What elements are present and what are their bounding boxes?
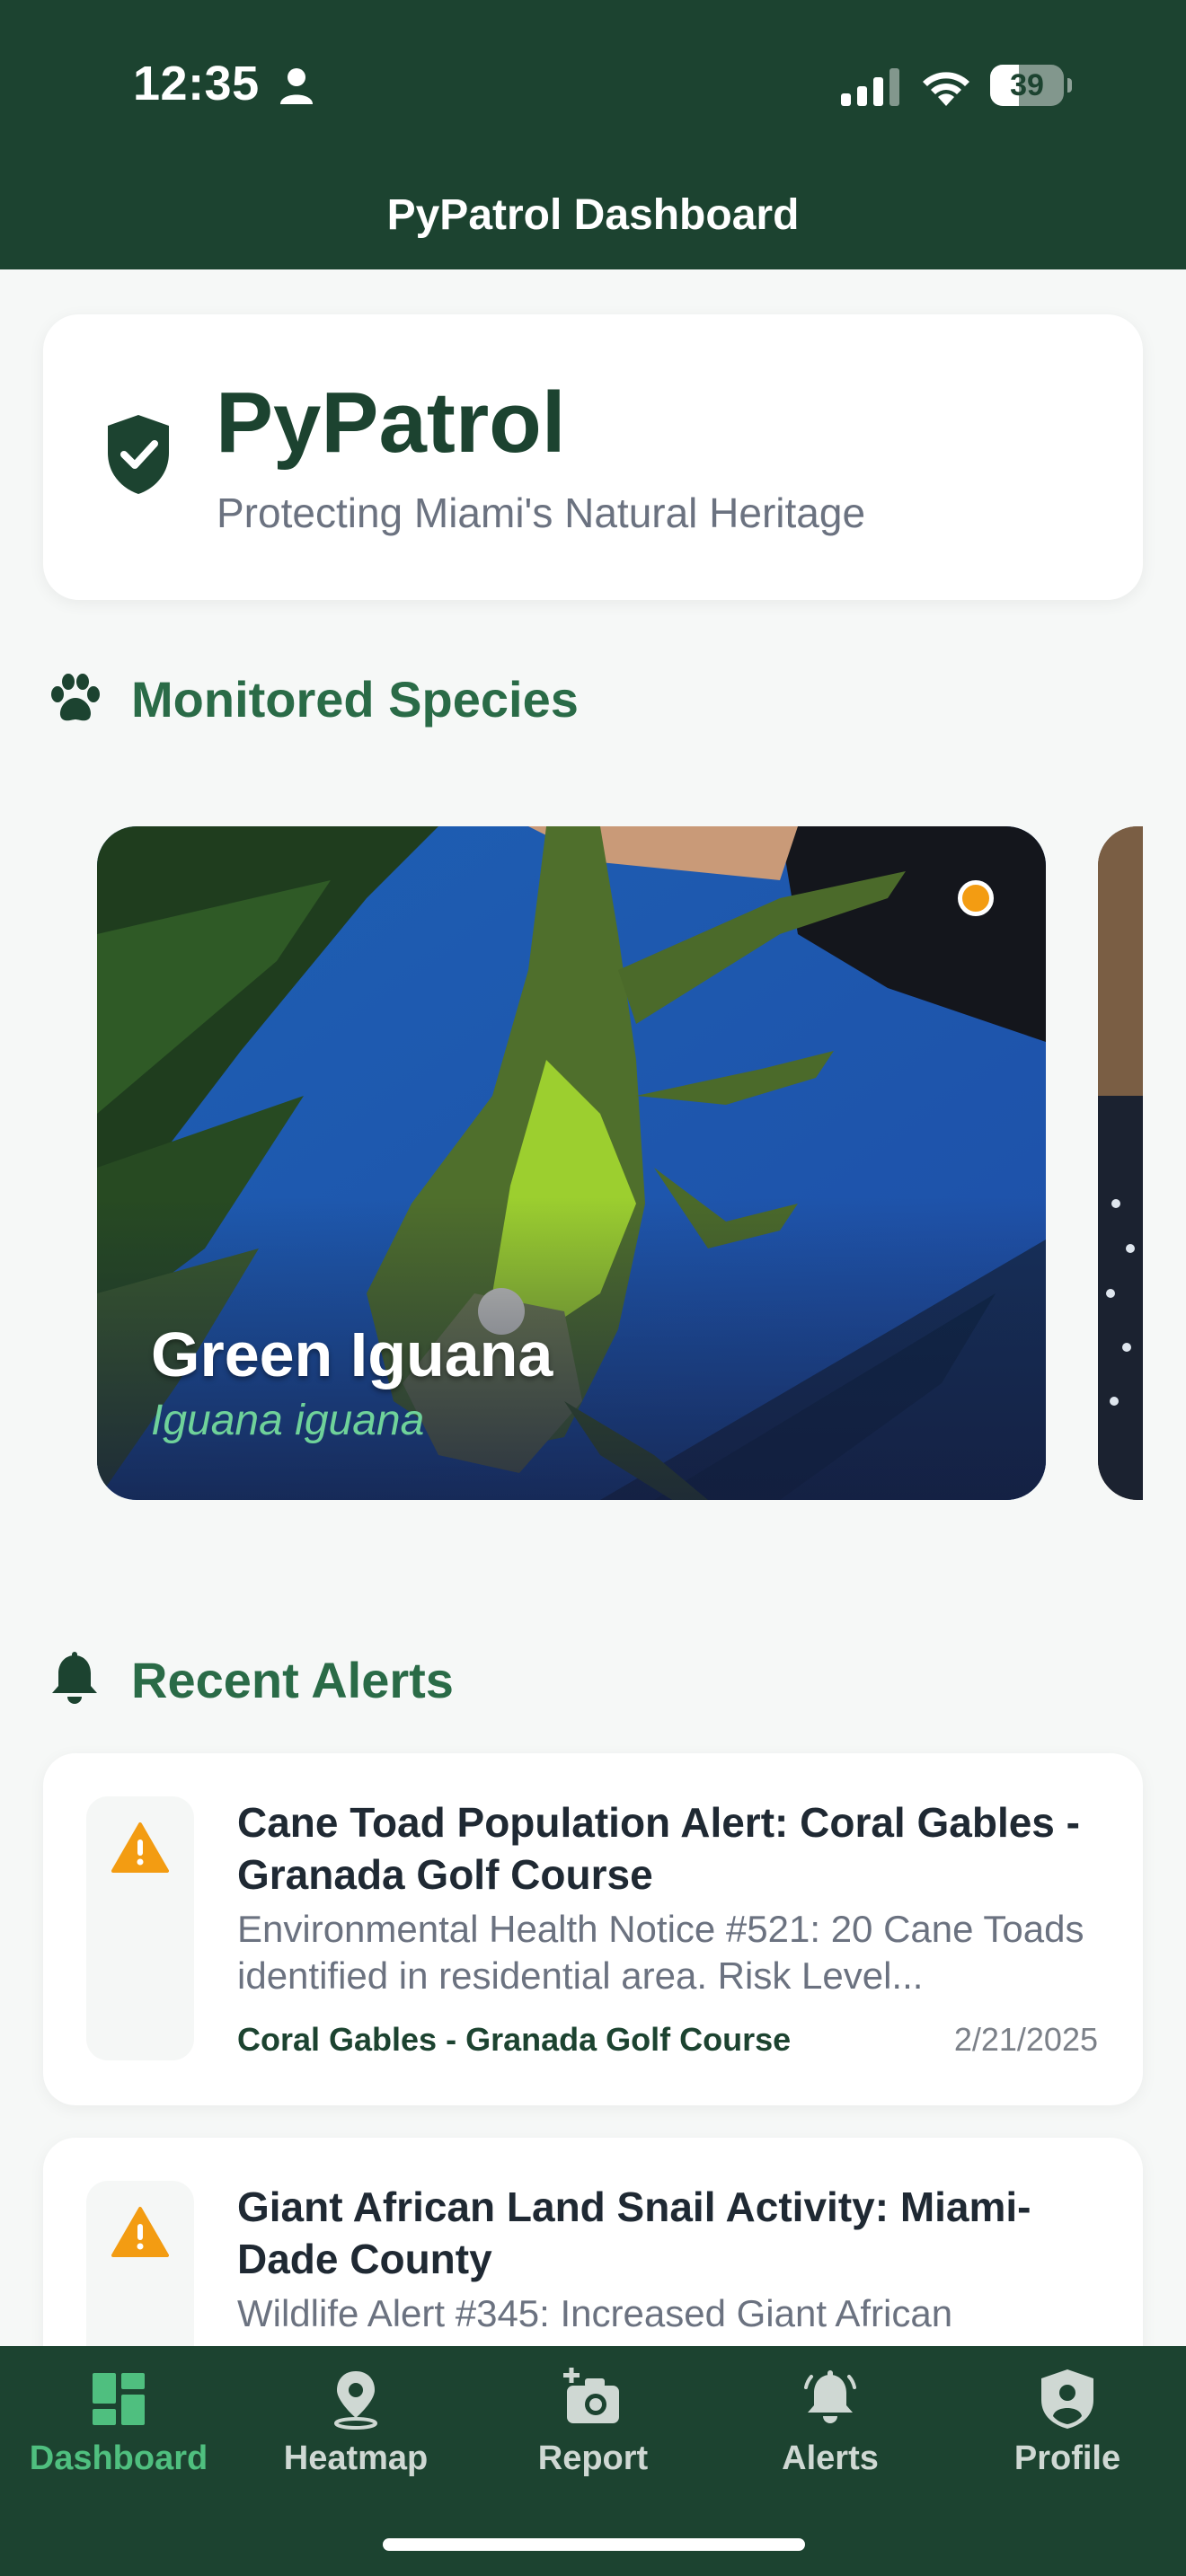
shield-user-icon xyxy=(1041,2369,1093,2429)
person-icon xyxy=(280,68,313,104)
tab-dashboard[interactable]: Dashboard xyxy=(0,2368,237,2493)
signal-icon xyxy=(841,68,899,106)
tab-alerts[interactable]: Alerts xyxy=(712,2368,949,2493)
species-card-next[interactable] xyxy=(1098,826,1143,1500)
tab-label: Alerts xyxy=(782,2439,879,2477)
shield-check-icon xyxy=(108,415,169,494)
camera-plus-icon xyxy=(563,2368,619,2423)
tab-label: Report xyxy=(537,2439,649,2477)
dashboard-icon xyxy=(93,2373,145,2425)
map-pin-icon xyxy=(334,2371,377,2430)
top-bar: 12:35 39 PyPatrol Dashboard xyxy=(0,0,1186,269)
species-card[interactable]: Green Iguana Iguana iguana xyxy=(97,826,1046,1500)
status-time: 12:35 xyxy=(133,57,260,110)
warning-icon xyxy=(111,1822,169,1873)
home-indicator[interactable] xyxy=(383,2538,805,2551)
alert-body: Environmental Health Notice #521: 20 Can… xyxy=(237,1908,1084,1997)
alerts-section-title: Recent Alerts xyxy=(131,1651,454,1708)
bell-icon xyxy=(52,1652,97,1704)
species-latin-name: Iguana iguana xyxy=(151,1397,425,1444)
brand-card: PyPatrol Protecting Miami's Natural Heri… xyxy=(43,314,1143,600)
brand-tagline: Protecting Miami's Natural Heritage xyxy=(217,490,866,536)
alert-card[interactable]: Cane Toad Population Alert: Coral Gables… xyxy=(43,1753,1143,2105)
species-section-heading: Monitored Species xyxy=(45,667,579,730)
battery-indicator: 39 xyxy=(990,65,1072,106)
species-section-title: Monitored Species xyxy=(131,670,579,728)
species-name: Green Iguana xyxy=(151,1319,553,1389)
tab-label: Heatmap xyxy=(283,2439,429,2477)
alert-title: Cane Toad Population Alert: Coral Gables… xyxy=(237,1799,1080,1898)
alerts-section-heading: Recent Alerts xyxy=(45,1648,454,1711)
alert-title: Giant African Land Snail Activity: Miami… xyxy=(237,2183,1031,2282)
tab-report[interactable]: Report xyxy=(474,2368,712,2493)
brand-name: PyPatrol xyxy=(216,375,566,471)
alert-location: Coral Gables - Granada Golf Course xyxy=(237,2021,792,2058)
tab-label: Profile xyxy=(1013,2439,1121,2477)
battery-level: 39 xyxy=(1010,68,1044,102)
bell-icon xyxy=(804,2370,856,2423)
wifi-icon xyxy=(923,72,969,106)
alert-date: 2/21/2025 xyxy=(953,2021,1098,2058)
page-title: PyPatrol Dashboard xyxy=(386,191,800,239)
tab-label: Dashboard xyxy=(29,2439,208,2477)
warning-icon xyxy=(111,2207,169,2257)
paw-icon xyxy=(51,674,100,721)
species-status-dot xyxy=(958,880,994,916)
tab-heatmap[interactable]: Heatmap xyxy=(237,2368,474,2493)
tab-profile[interactable]: Profile xyxy=(949,2368,1186,2493)
species-photo-next xyxy=(1098,826,1143,1500)
